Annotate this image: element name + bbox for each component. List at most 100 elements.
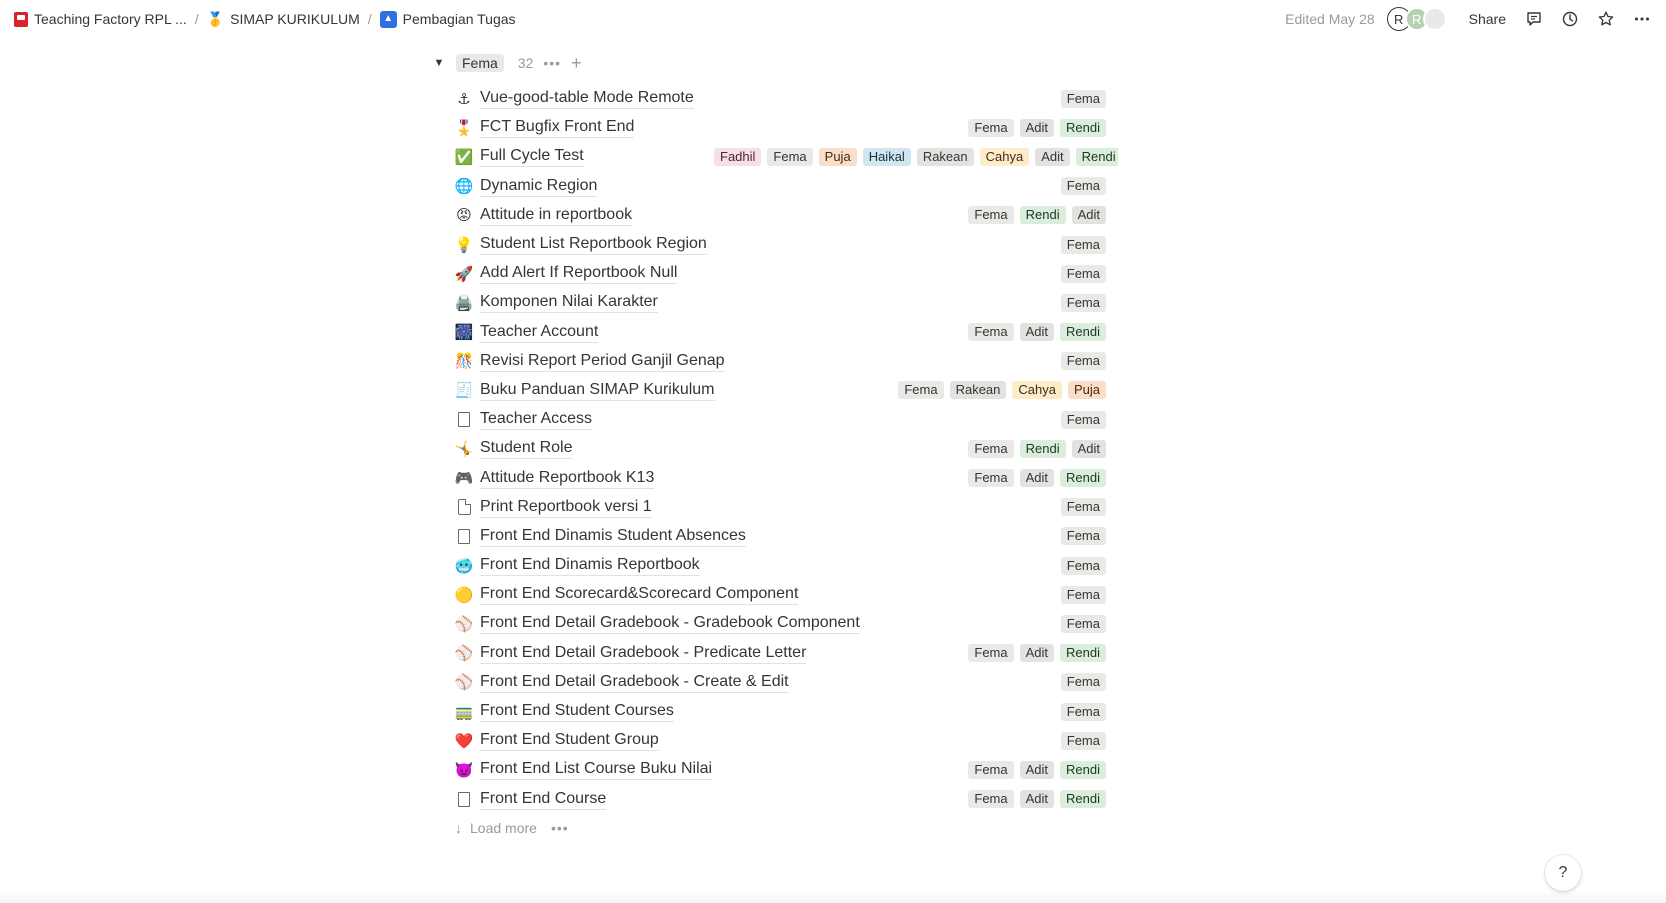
- page-emoji-icon[interactable]: 🚀: [453, 263, 475, 285]
- row-title[interactable]: Attitude in reportbook: [480, 205, 633, 226]
- table-row[interactable]: 💡 Student List Reportbook Region Fema: [452, 230, 1118, 259]
- page-emoji-icon[interactable]: 🎮: [453, 467, 475, 489]
- load-more-button[interactable]: ↓ Load more •••: [455, 820, 569, 836]
- breadcrumb-item-pembagian-tugas[interactable]: ▲ Pembagian Tugas: [376, 9, 520, 30]
- page-emoji-icon[interactable]: 🎊: [453, 350, 475, 372]
- help-button[interactable]: ?: [1545, 855, 1581, 891]
- page-emoji-icon[interactable]: 🤸: [453, 438, 475, 460]
- table-row[interactable]: 🧾 Buku Panduan SIMAP Kurikulum Fema Rakean C…: [452, 376, 1118, 405]
- page-icon[interactable]: [453, 788, 475, 810]
- table-row[interactable]: 🎖️ FCT Bugfix Front End Fema Adit Rendi: [452, 113, 1118, 142]
- avatar[interactable]: [1422, 7, 1447, 31]
- group-count: 32: [517, 55, 534, 71]
- share-button[interactable]: Share: [1461, 7, 1514, 31]
- assignee-tag: Adit: [1019, 760, 1055, 779]
- updates-button[interactable]: [1554, 5, 1586, 33]
- row-title[interactable]: FCT Bugfix Front End: [480, 117, 635, 139]
- row-title[interactable]: Front End Dinamis Reportbook: [480, 555, 700, 577]
- table-row[interactable]: ⚓ Vue-good-table Mode Remote Fema: [452, 84, 1118, 113]
- row-title[interactable]: Komponen Nilai Karakter: [480, 292, 658, 314]
- more-options-button[interactable]: [1626, 5, 1658, 33]
- row-title[interactable]: Full Cycle Test: [480, 146, 584, 168]
- page-emoji-icon[interactable]: 🥶: [453, 555, 475, 577]
- document-icon[interactable]: [453, 496, 475, 518]
- page-emoji-icon[interactable]: 🖨️: [453, 292, 475, 314]
- page-emoji-icon[interactable]: 👿: [453, 759, 475, 781]
- row-title[interactable]: Buku Panduan SIMAP Kurikulum: [480, 380, 715, 401]
- table-row[interactable]: Front End Dinamis Student Absences Fema: [452, 522, 1118, 551]
- row-title[interactable]: Front End Detail Gradebook - Gradebook C…: [480, 613, 860, 635]
- table-row[interactable]: 😡 Attitude in reportbook Fema Rendi Adit: [452, 201, 1118, 230]
- load-more-options-button[interactable]: •••: [551, 820, 569, 836]
- collaborator-avatars[interactable]: R R: [1386, 7, 1447, 31]
- row-title[interactable]: Front End Course: [480, 789, 607, 810]
- page-emoji-icon[interactable]: ⚾: [453, 671, 475, 693]
- table-row[interactable]: Teacher Access Fema: [452, 405, 1118, 434]
- row-title[interactable]: Revisi Report Period Ganjil Genap: [480, 351, 725, 372]
- table-row[interactable]: 🎆 Teacher Account Fema Adit Rendi: [452, 318, 1118, 347]
- page-emoji-icon[interactable]: 🎆: [453, 321, 475, 343]
- page-outline-icon: [458, 412, 470, 428]
- row-title[interactable]: Teacher Account: [480, 322, 599, 343]
- page-emoji-icon[interactable]: 🌐: [453, 175, 475, 197]
- page-emoji-icon[interactable]: 🟡: [453, 584, 475, 606]
- page-emoji-icon[interactable]: 😡: [453, 204, 475, 226]
- table-row[interactable]: Front End Course Fema Adit Rendi: [452, 785, 1118, 814]
- row-title[interactable]: Print Reportbook versi 1: [480, 497, 652, 518]
- assignee-tag: Fema: [1060, 614, 1106, 633]
- page-icon[interactable]: [453, 525, 475, 547]
- table-row[interactable]: 🎮 Attitude Reportbook K13 Fema Adit Rendi: [452, 463, 1118, 492]
- page-emoji-icon[interactable]: 🧾: [453, 379, 475, 401]
- row-title[interactable]: Student List Reportbook Region: [480, 234, 707, 256]
- table-row[interactable]: 🤸 Student Role Fema Rendi Adit: [452, 434, 1118, 463]
- table-row[interactable]: 🟡 Front End Scorecard&Scorecard Component…: [452, 580, 1118, 609]
- page-emoji-icon[interactable]: ❤️: [453, 730, 475, 752]
- group-more-button[interactable]: •••: [543, 55, 561, 71]
- table-row[interactable]: Print Reportbook versi 1 Fema: [452, 493, 1118, 522]
- row-title[interactable]: Teacher Access: [480, 409, 593, 431]
- page-emoji-icon[interactable]: 🎖️: [453, 117, 475, 139]
- table-row[interactable]: ⚾ Front End Detail Gradebook - Gradebook …: [452, 609, 1118, 638]
- comments-button[interactable]: [1518, 5, 1550, 33]
- row-title[interactable]: Front End Detail Gradebook - Predicate L…: [480, 643, 807, 664]
- table-row[interactable]: ❤️ Front End Student Group Fema: [452, 726, 1118, 755]
- assignee-tag: Rendi: [1060, 118, 1106, 137]
- table-row[interactable]: 🎊 Revisi Report Period Ganjil Genap Fema: [452, 347, 1118, 376]
- row-title[interactable]: Front End List Course Buku Nilai: [480, 759, 713, 781]
- table-row[interactable]: ⚾ Front End Detail Gradebook - Predicate …: [452, 639, 1118, 668]
- page-emoji-icon[interactable]: ✅: [453, 146, 475, 168]
- table-row[interactable]: 🚀 Add Alert If Reportbook Null Fema: [452, 259, 1118, 288]
- row-title[interactable]: Attitude Reportbook K13: [480, 468, 655, 489]
- table-row[interactable]: 🌐 Dynamic Region Fema: [452, 172, 1118, 201]
- row-title[interactable]: Add Alert If Reportbook Null: [480, 263, 678, 285]
- page-outline-icon: [458, 791, 470, 807]
- page-emoji-icon[interactable]: ⚾: [453, 613, 475, 635]
- page-icon[interactable]: [453, 409, 475, 431]
- table-row[interactable]: 🖨️ Komponen Nilai Karakter Fema: [452, 288, 1118, 317]
- row-title[interactable]: Student Role: [480, 438, 573, 460]
- table-row[interactable]: ✅ Full Cycle Test Fadhil Fema Puja Haikal Rake…: [452, 142, 1118, 171]
- row-title[interactable]: Front End Student Group: [480, 730, 659, 752]
- table-row[interactable]: 👿 Front End List Course Buku Nilai Fema Adi…: [452, 755, 1118, 784]
- page-emoji-icon[interactable]: ⚾: [453, 642, 475, 664]
- row-title[interactable]: Front End Scorecard&Scorecard Component: [480, 584, 799, 606]
- page-emoji-icon[interactable]: 🚃: [453, 701, 475, 723]
- breadcrumb-item-simap-kurikulum[interactable]: 🥇 SIMAP KURIKULUM: [203, 9, 364, 30]
- assignee-tags: Fema: [1060, 726, 1106, 755]
- page-emoji-icon[interactable]: ⚓: [453, 88, 475, 110]
- assignee-tag: Fema: [968, 118, 1014, 137]
- group-add-button[interactable]: +: [571, 54, 582, 72]
- favorite-button[interactable]: [1590, 5, 1622, 33]
- collapse-caret-icon[interactable]: ▼: [432, 57, 446, 69]
- page-emoji-icon[interactable]: 💡: [453, 234, 475, 256]
- row-title[interactable]: Front End Dinamis Student Absences: [480, 526, 746, 547]
- row-title[interactable]: Front End Detail Gradebook - Create & Ed…: [480, 672, 789, 693]
- row-title[interactable]: Front End Student Courses: [480, 701, 674, 723]
- row-title[interactable]: Vue-good-table Mode Remote: [480, 88, 694, 110]
- assignee-tag: Fema: [968, 790, 1014, 809]
- table-row[interactable]: ⚾ Front End Detail Gradebook - Create & E…: [452, 668, 1118, 697]
- row-title[interactable]: Dynamic Region: [480, 176, 598, 197]
- table-row[interactable]: 🚃 Front End Student Courses Fema: [452, 697, 1118, 726]
- breadcrumb-item-teaching-factory[interactable]: Teaching Factory RPL ...: [10, 9, 191, 29]
- table-row[interactable]: 🥶 Front End Dinamis Reportbook Fema: [452, 551, 1118, 580]
